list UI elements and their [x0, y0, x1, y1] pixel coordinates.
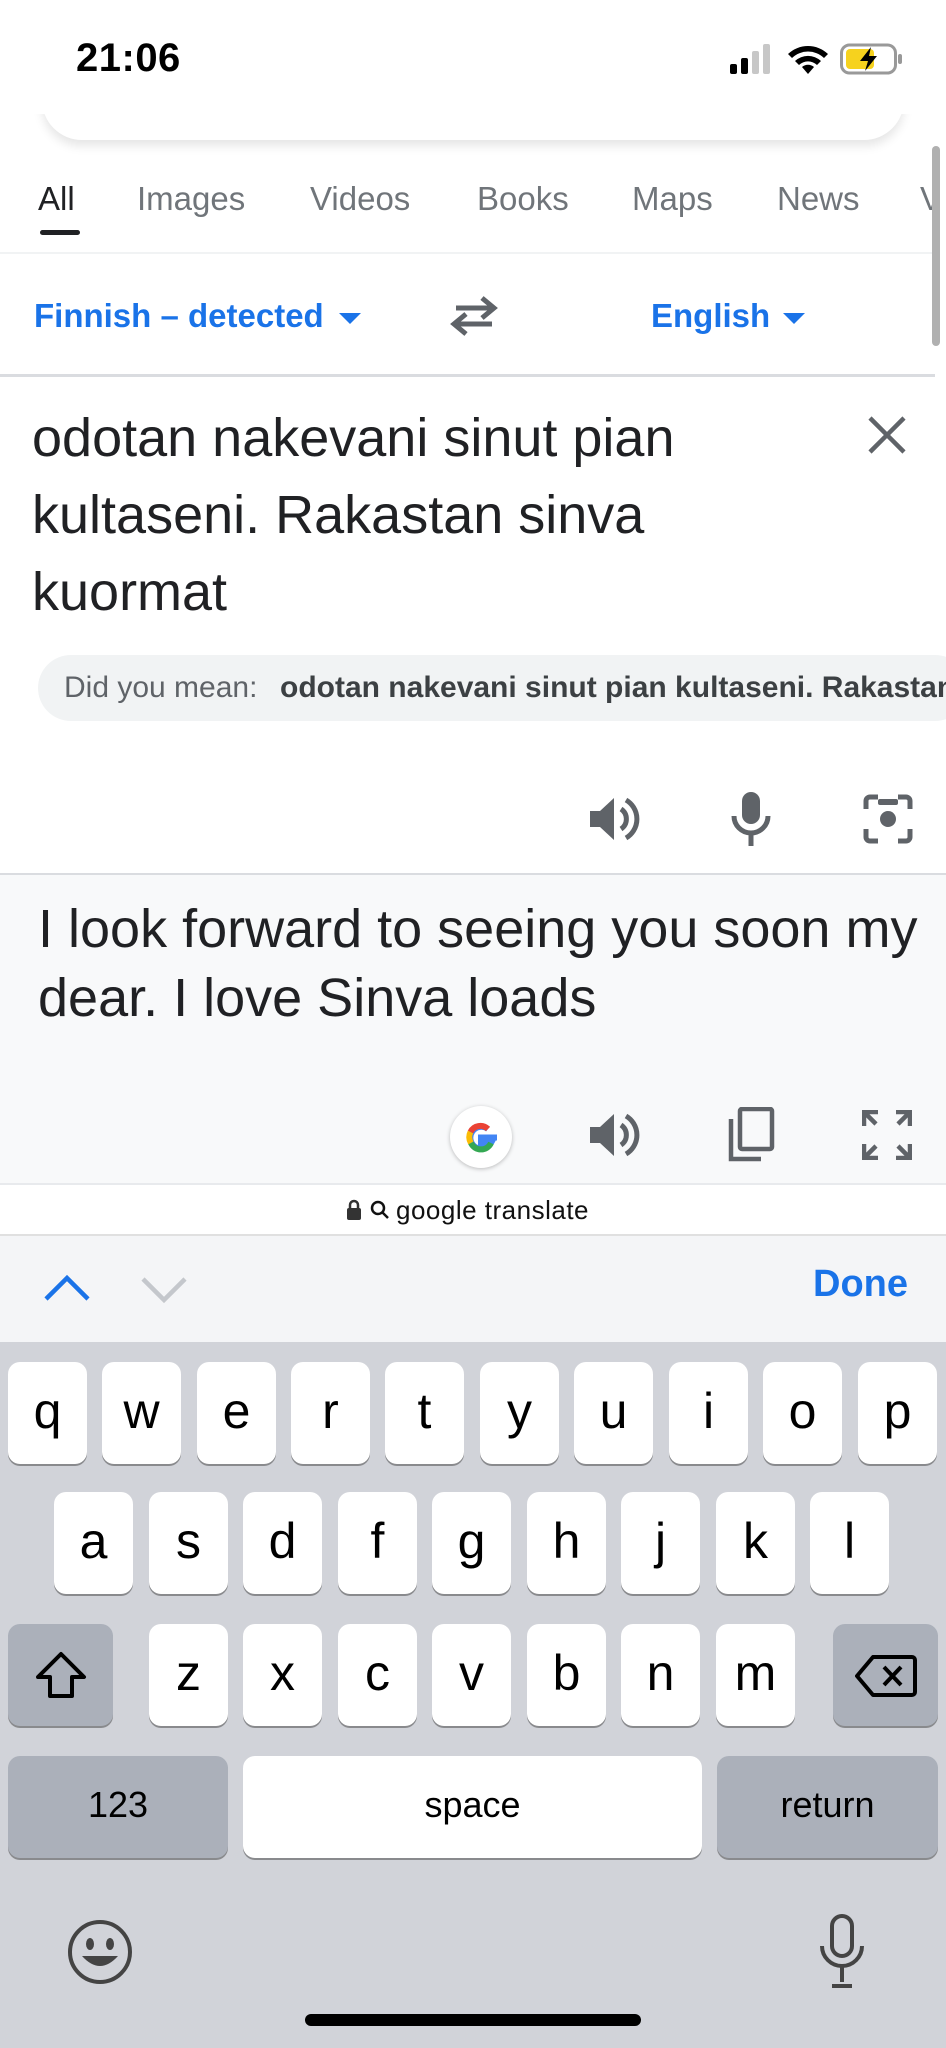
listen-source-speaker-icon[interactable] [588, 794, 644, 844]
key-k[interactable]: k [716, 1492, 795, 1594]
tab-news[interactable]: News [777, 180, 860, 218]
did-you-mean-chip[interactable]: Did you mean: odotan nakevani sinut pian… [38, 655, 946, 721]
done-button[interactable]: Done [813, 1263, 908, 1306]
lock-icon [347, 1199, 361, 1220]
cellular-signal-icon [730, 44, 770, 74]
active-tab-indicator [40, 230, 80, 235]
google-logo-button[interactable] [450, 1106, 512, 1168]
key-m[interactable]: m [716, 1624, 795, 1726]
shift-arrow-icon [36, 1652, 86, 1698]
backspace-icon [855, 1655, 917, 1697]
key-x[interactable]: x [243, 1624, 322, 1726]
key-a[interactable]: a [54, 1492, 133, 1594]
key-v[interactable]: v [432, 1624, 511, 1726]
space-key[interactable]: space [243, 1756, 702, 1858]
return-key[interactable]: return [717, 1756, 938, 1858]
key-r[interactable]: r [291, 1362, 370, 1464]
key-y[interactable]: y [480, 1362, 559, 1464]
translation-output: I look forward to seeing you soon my dea… [38, 899, 918, 1028]
microphone-icon[interactable] [729, 790, 773, 848]
source-language-selector[interactable]: Finnish – detected [34, 297, 324, 335]
key-t[interactable]: t [385, 1362, 464, 1464]
status-time-overlay: 21:06 [76, 36, 181, 80]
chevron-up-icon[interactable] [43, 1274, 91, 1302]
key-j[interactable]: j [621, 1492, 700, 1594]
key-s[interactable]: s [149, 1492, 228, 1594]
copy-icon[interactable] [727, 1107, 775, 1163]
clear-text-close-icon[interactable] [866, 414, 908, 456]
tab-videos[interactable]: Videos [310, 180, 410, 218]
did-you-mean-suggestion[interactable]: odotan nakevani sinut pian kultaseni. Ra… [280, 671, 946, 705]
key-o[interactable]: o [763, 1362, 842, 1464]
camera-lens-icon[interactable] [862, 793, 914, 845]
key-u[interactable]: u [574, 1362, 653, 1464]
tab-maps[interactable]: Maps [632, 180, 713, 218]
search-tabs: All Images Videos Books Maps News V [0, 150, 935, 250]
battery-charging-icon [840, 43, 902, 75]
target-language-caret-icon [783, 313, 805, 324]
did-you-mean-label: Did you mean: [64, 671, 258, 704]
browser-url-bar[interactable]: google translate [0, 1185, 946, 1235]
key-p[interactable]: p [858, 1362, 937, 1464]
key-w[interactable]: w [102, 1362, 181, 1464]
on-screen-keyboard: q w e r t y u i o p a s d f g h j k l z … [0, 1342, 946, 2048]
search-icon [370, 1200, 389, 1219]
url-text: google translate [396, 1195, 590, 1225]
key-i[interactable]: i [669, 1362, 748, 1464]
chevron-down-icon[interactable] [140, 1276, 188, 1304]
key-f[interactable]: f [338, 1492, 417, 1594]
tab-all[interactable]: All [38, 180, 75, 218]
listen-translation-speaker-icon[interactable] [588, 1110, 644, 1160]
key-g[interactable]: g [432, 1492, 511, 1594]
source-text-input[interactable]: odotan nakevani sinut pian kultaseni. Ra… [32, 400, 852, 631]
shift-key[interactable] [8, 1624, 113, 1726]
key-d[interactable]: d [243, 1492, 322, 1594]
wifi-icon [788, 46, 828, 74]
key-n[interactable]: n [621, 1624, 700, 1726]
home-indicator [305, 2014, 641, 2026]
divider [0, 252, 935, 254]
google-g-icon [466, 1122, 497, 1153]
backspace-key[interactable] [833, 1624, 938, 1726]
tab-books[interactable]: Books [477, 180, 569, 218]
key-l[interactable]: l [810, 1492, 889, 1594]
fullscreen-expand-icon[interactable] [862, 1110, 912, 1160]
dictation-microphone-icon[interactable] [816, 1914, 868, 1990]
scrollbar[interactable] [932, 146, 940, 346]
key-c[interactable]: c [338, 1624, 417, 1726]
source-language-caret-icon [339, 313, 361, 324]
key-h[interactable]: h [527, 1492, 606, 1594]
swap-languages-icon[interactable] [446, 294, 502, 338]
target-language-label: English [651, 297, 771, 334]
emoji-icon[interactable] [66, 1918, 134, 1986]
key-z[interactable]: z [149, 1624, 228, 1726]
key-q[interactable]: q [8, 1362, 87, 1464]
target-language-selector[interactable]: English [651, 297, 770, 335]
key-b[interactable]: b [527, 1624, 606, 1726]
tab-images[interactable]: Images [137, 180, 245, 218]
numbers-key[interactable]: 123 [8, 1756, 228, 1858]
key-e[interactable]: e [197, 1362, 276, 1464]
divider [0, 374, 935, 377]
source-language-label: Finnish – detected [34, 297, 324, 334]
